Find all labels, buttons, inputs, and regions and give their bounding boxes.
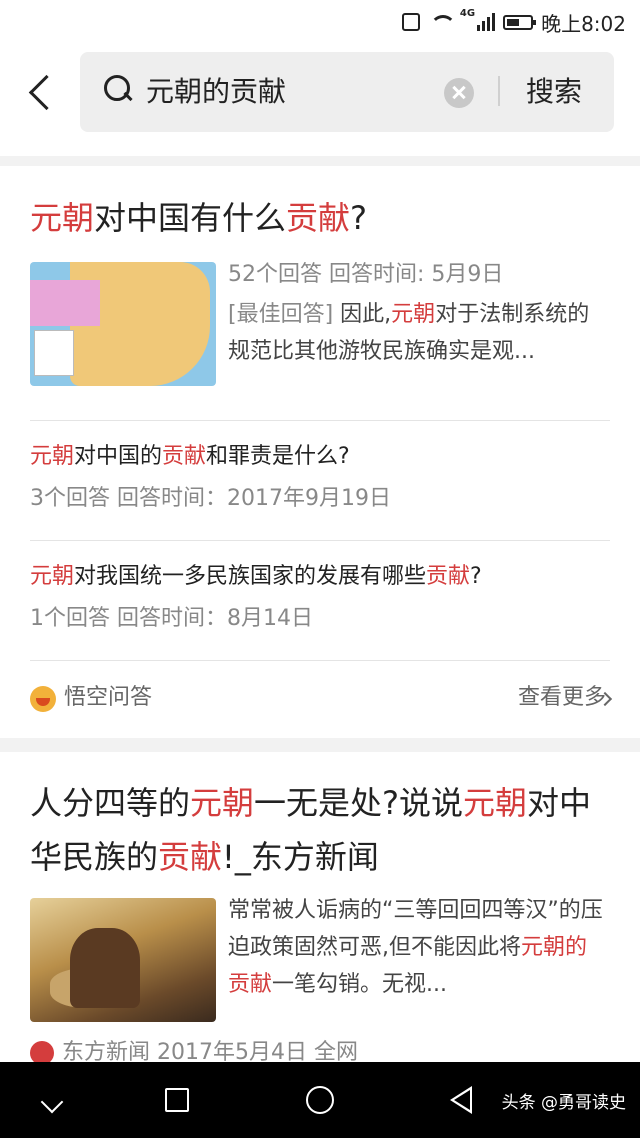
article-result-card: 人分四等的元朝一无是处?说说元朝对中华民族的贡献!_东方新闻 常常被人诟病的“三… — [0, 752, 640, 1065]
view-more-link[interactable]: 查看更多 — [518, 680, 606, 716]
map-thumbnail[interactable] — [30, 262, 216, 386]
signal-icon — [477, 13, 496, 31]
article-snippet: 常常被人诟病的“三等回回四等汉”的压迫政策固然可恶,但不能因此将元朝的贡献一笔勾… — [228, 898, 603, 997]
recents-icon[interactable] — [165, 1088, 189, 1112]
wifi-icon — [428, 13, 456, 31]
divider — [498, 76, 500, 106]
best-answer-snippet: [最佳回答] 因此,元朝对于法制系统的规范比其他游牧民族确实是观... — [228, 302, 590, 364]
search-header: 元朝的贡献 搜索 — [0, 44, 640, 156]
watermark: 头条 @勇哥读史 — [501, 1093, 626, 1113]
related-question[interactable]: 元朝对中国的贡献和罪责是什么? — [30, 440, 350, 474]
article-thumbnail[interactable] — [30, 898, 216, 1022]
home-icon[interactable] — [306, 1086, 334, 1114]
question-meta: 1个回答 回答时间：8月14日 — [30, 606, 313, 631]
divider — [30, 660, 610, 661]
chevron-down-icon[interactable] — [40, 1090, 64, 1114]
related-question[interactable]: 元朝对我国统一多民族国家的发展有哪些贡献? — [30, 560, 482, 594]
battery-icon — [503, 14, 537, 30]
navigation-bar: 头条 @勇哥读史 — [0, 1062, 640, 1138]
search-box[interactable]: 元朝的贡献 搜索 — [80, 52, 614, 132]
search-button[interactable]: 搜索 — [526, 52, 582, 132]
status-bar: 4G 晚上8:02 — [0, 0, 640, 44]
status-icons: 4G 晚上8:02 — [401, 8, 626, 36]
article-title[interactable]: 人分四等的元朝一无是处?说说元朝对中华民族的贡献!_东方新闻 — [30, 776, 610, 884]
answer-meta: 52个回答 回答时间: 5月9日 — [228, 262, 504, 287]
clear-icon[interactable] — [444, 78, 474, 108]
network-type: 4G — [459, 8, 476, 19]
source-label: 悟空问答 — [64, 685, 153, 710]
vibrate-icon — [401, 13, 420, 31]
search-icon — [104, 75, 132, 103]
divider — [30, 540, 610, 541]
divider — [30, 420, 610, 421]
clock: 晚上8:02 — [541, 11, 626, 36]
question-meta: 3个回答 回答时间：2017年9月19日 — [30, 486, 391, 511]
wukong-logo-icon — [30, 686, 56, 712]
search-input[interactable]: 元朝的贡献 — [146, 52, 426, 132]
result-title[interactable]: 元朝对中国有什么贡献? — [30, 194, 367, 242]
back-icon[interactable] — [26, 76, 56, 106]
qa-result-card: 元朝对中国有什么贡献? 52个回答 回答时间: 5月9日 [最佳回答] 因此,元… — [0, 166, 640, 738]
